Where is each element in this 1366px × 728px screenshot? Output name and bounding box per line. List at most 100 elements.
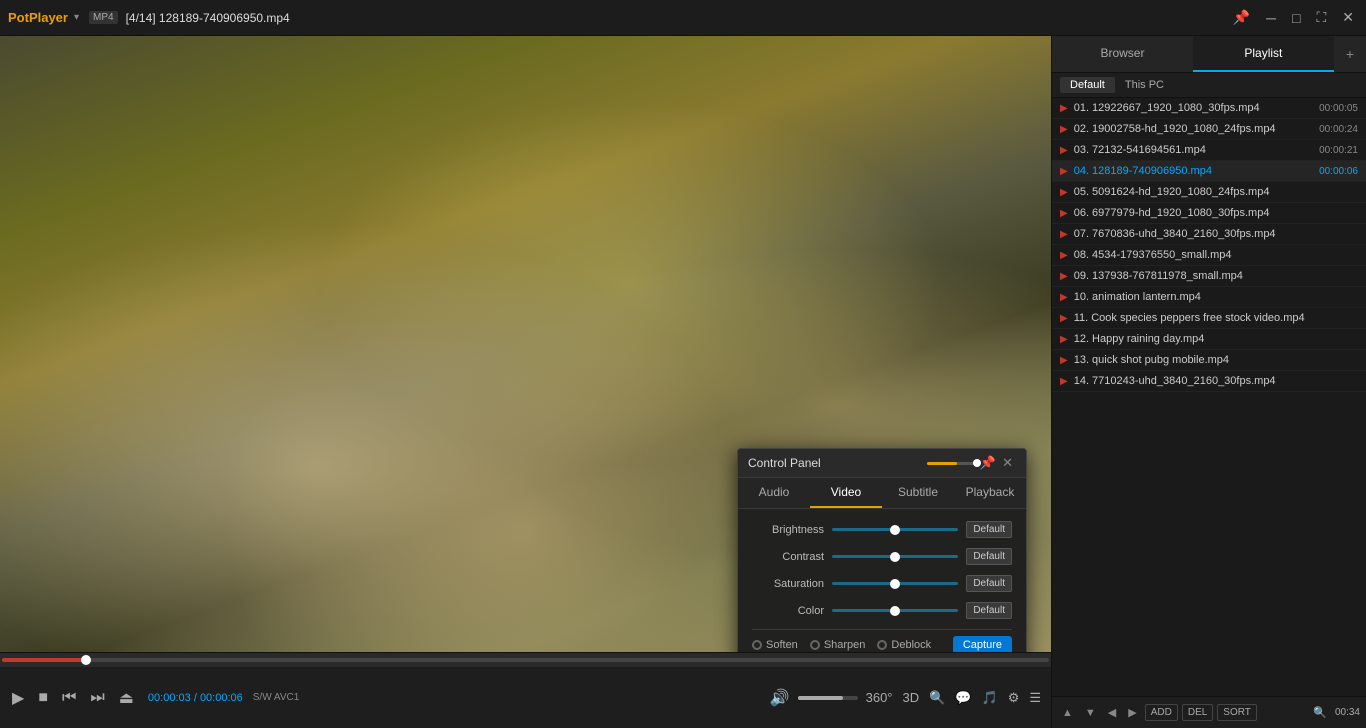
color-row: Color Default — [752, 602, 1012, 619]
sidebar-tab-playlist[interactable]: Playlist — [1193, 36, 1334, 72]
deblock-radio[interactable] — [877, 640, 887, 650]
menu-button[interactable]: ☰ — [1027, 688, 1043, 708]
playlist[interactable]: ▶01. 12922667_1920_1080_30fps.mp400:00:0… — [1052, 98, 1366, 696]
soften-radio[interactable] — [752, 640, 762, 650]
playlist-item-1[interactable]: ▶01. 12922667_1920_1080_30fps.mp400:00:0… — [1052, 98, 1366, 119]
minimize-button[interactable]: ─ — [1262, 8, 1280, 28]
playlist-item-13[interactable]: ▶13. quick shot pubg mobile.mp4 — [1052, 350, 1366, 371]
sharpen-filter[interactable]: Sharpen — [810, 639, 866, 651]
brightness-label: Brightness — [752, 524, 824, 536]
maximize-button[interactable]: ⛶ — [1312, 7, 1330, 28]
subtitles-button[interactable]: 💬 — [953, 688, 973, 708]
pf-add-btn[interactable]: ADD — [1145, 704, 1178, 721]
main-layout: Control Panel 📌 ✕ Audio Video Subtitle P… — [0, 36, 1366, 728]
close-button[interactable]: ✕ — [1338, 7, 1358, 28]
playlist-item-5[interactable]: ▶05. 5091624-hd_1920_1080_24fps.mp4 — [1052, 182, 1366, 203]
saturation-default-button[interactable]: Default — [966, 575, 1012, 592]
playlist-item-11[interactable]: ▶11. Cook species peppers free stock vid… — [1052, 308, 1366, 329]
playlist-item-icon: ▶ — [1060, 103, 1068, 114]
playlist-item-12[interactable]: ▶12. Happy raining day.mp4 — [1052, 329, 1366, 350]
playlist-item-icon: ▶ — [1060, 124, 1068, 135]
restore-button[interactable]: □ — [1288, 8, 1304, 28]
playlist-item-name: 06. 6977979-hd_1920_1080_30fps.mp4 — [1074, 207, 1352, 219]
deblock-filter[interactable]: Deblock — [877, 639, 931, 651]
playlist-item-icon: ▶ — [1060, 355, 1068, 366]
settings-button[interactable]: ⚙ — [1006, 688, 1022, 708]
cp-tab-video[interactable]: Video — [810, 478, 882, 508]
zoom-button[interactable]: 🔍 — [927, 688, 947, 708]
playlist-item-10[interactable]: ▶ 10. animation lantern.mp4 — [1052, 287, 1366, 308]
sidebar-tabs: Browser Playlist + — [1052, 36, 1366, 73]
pf-total-time: 00:34 — [1335, 707, 1360, 718]
contrast-default-button[interactable]: Default — [966, 548, 1012, 565]
playlist-default-btn[interactable]: Default — [1060, 77, 1115, 93]
playlist-thispc-btn[interactable]: This PC — [1115, 77, 1174, 93]
playlist-footer: ▲ ▼ ◀ ▶ ADD DEL SORT 🔍 00:34 — [1052, 696, 1366, 728]
pf-del-btn[interactable]: DEL — [1182, 704, 1213, 721]
pf-sort-btn[interactable]: SORT — [1217, 704, 1257, 721]
playlist-item-icon: ▶ — [1060, 292, 1068, 303]
360-button[interactable]: 360° — [864, 688, 895, 707]
stop-button[interactable]: ■ — [34, 687, 52, 709]
playlist-item-7[interactable]: ▶07. 7670836-uhd_3840_2160_30fps.mp4 — [1052, 224, 1366, 245]
play-button[interactable]: ▶ — [8, 686, 28, 710]
brightness-default-button[interactable]: Default — [966, 521, 1012, 538]
playlist-item-icon: ▶ — [1060, 271, 1068, 282]
seekbar-track[interactable] — [2, 658, 1049, 662]
soften-label: Soften — [766, 639, 798, 651]
format-badge: MP4 — [89, 11, 118, 24]
contrast-slider[interactable] — [832, 550, 958, 564]
pin-button[interactable]: 📌 — [1229, 7, 1254, 28]
next-button[interactable]: ⏭ — [86, 687, 108, 709]
prev-button[interactable]: ⏮ — [58, 687, 80, 709]
cp-tabs: Audio Video Subtitle Playback — [738, 478, 1026, 509]
eq-button[interactable]: 🎵 — [980, 688, 1000, 708]
saturation-slider[interactable] — [832, 577, 958, 591]
capture-button[interactable]: Capture — [953, 636, 1012, 652]
playlist-item-8[interactable]: ▶08. 4534-179376550_small.mp4 — [1052, 245, 1366, 266]
color-track — [832, 609, 958, 612]
pf-left-btn[interactable]: ◀ — [1104, 704, 1120, 721]
playlist-item-3[interactable]: ▶03. 72132-541694561.mp400:00:21 — [1052, 140, 1366, 161]
brightness-track — [832, 528, 958, 531]
pf-down-btn[interactable]: ▼ — [1081, 705, 1100, 721]
pf-up-btn[interactable]: ▲ — [1058, 705, 1077, 721]
playlist-item-duration: 00:00:24 — [1319, 124, 1358, 135]
seekbar-container[interactable] — [0, 653, 1051, 667]
sidebar-tab-browser[interactable]: Browser — [1052, 36, 1193, 72]
video-container[interactable]: Control Panel 📌 ✕ Audio Video Subtitle P… — [0, 36, 1051, 652]
playlist-item-2[interactable]: ▶02. 19002758-hd_1920_1080_24fps.mp400:0… — [1052, 119, 1366, 140]
playlist-item-9[interactable]: ▶09. 137938-767811978_small.mp4 — [1052, 266, 1366, 287]
playlist-item-name: 03. 72132-541694561.mp4 — [1074, 144, 1313, 156]
sharpen-radio[interactable] — [810, 640, 820, 650]
saturation-thumb — [890, 579, 900, 589]
cp-tab-audio[interactable]: Audio — [738, 478, 810, 508]
playlist-item-icon: ▶ — [1060, 313, 1068, 324]
playlist-item-duration: 00:00:05 — [1319, 103, 1358, 114]
volume-icon[interactable]: 🔊 — [766, 686, 794, 710]
color-slider[interactable] — [832, 604, 958, 618]
app-dropdown-arrow[interactable]: ▾ — [74, 12, 79, 23]
cp-volume-slider[interactable] — [927, 462, 977, 465]
playlist-item-4[interactable]: ▶04. 128189-740906950.mp400:00:06 — [1052, 161, 1366, 182]
cp-tab-subtitle[interactable]: Subtitle — [882, 478, 954, 508]
sidebar: Browser Playlist + Default This PC ▶01. … — [1051, 36, 1366, 728]
volume-track[interactable] — [798, 696, 858, 700]
color-default-button[interactable]: Default — [966, 602, 1012, 619]
playlist-item-6[interactable]: ▶06. 6977979-hd_1920_1080_30fps.mp4 — [1052, 203, 1366, 224]
sidebar-tab-add[interactable]: + — [1334, 36, 1366, 72]
3d-button[interactable]: 3D — [901, 688, 922, 707]
playlist-item-name: 08. 4534-179376550_small.mp4 — [1074, 249, 1352, 261]
playlist-item-14[interactable]: ▶14. 7710243-uhd_3840_2160_30fps.mp4 — [1052, 371, 1366, 392]
playlist-item-name: 10. animation lantern.mp4 — [1074, 291, 1352, 303]
open-button[interactable]: ⏏ — [115, 686, 138, 710]
playlist-item-name: 04. 128189-740906950.mp4 — [1074, 165, 1313, 177]
brightness-slider[interactable] — [832, 523, 958, 537]
cp-mini-fill — [927, 462, 957, 465]
pf-right-btn[interactable]: ▶ — [1124, 704, 1140, 721]
titlebar: PotPlayer ▾ MP4 [4/14] 128189-740906950.… — [0, 0, 1366, 36]
cp-close-button[interactable]: ✕ — [999, 455, 1016, 471]
soften-filter[interactable]: Soften — [752, 639, 798, 651]
cp-tab-playback[interactable]: Playback — [954, 478, 1026, 508]
pf-search-icon[interactable]: 🔍 — [1309, 704, 1331, 721]
